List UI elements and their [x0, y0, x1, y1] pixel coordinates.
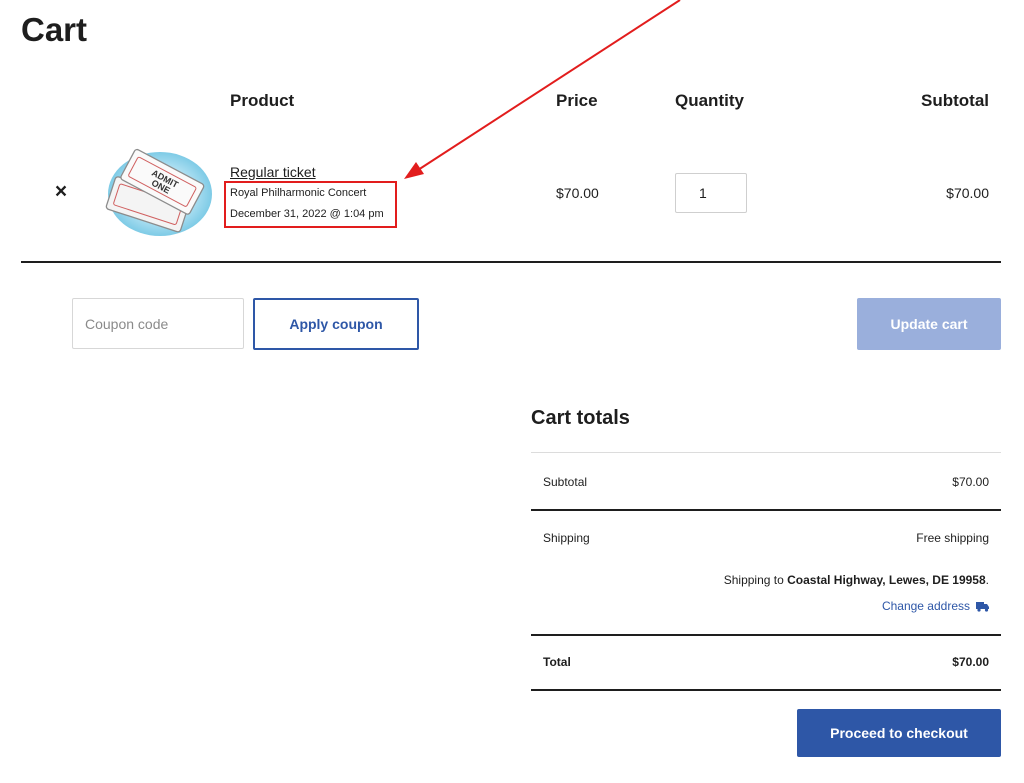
table-divider [21, 261, 1001, 263]
totals-shipping-label: Shipping [543, 531, 590, 545]
truck-icon [976, 601, 989, 612]
proceed-to-checkout-button[interactable]: Proceed to checkout [797, 709, 1001, 757]
column-header-subtotal: Subtotal [921, 91, 989, 110]
page-title: Cart [21, 11, 88, 48]
product-name-link[interactable]: Regular ticket [230, 163, 316, 181]
totals-divider [531, 509, 1001, 511]
shipping-address: Coastal Highway, Lewes, DE 19958 [787, 573, 986, 587]
totals-divider [531, 689, 1001, 691]
apply-coupon-button[interactable]: Apply coupon [253, 298, 419, 350]
column-header-product: Product [230, 91, 295, 110]
shipping-to-suffix: . [985, 573, 989, 587]
cart-totals-title: Cart totals [531, 407, 630, 429]
totals-total-label: Total [543, 655, 571, 669]
annotation-arrow [404, 0, 681, 179]
totals-divider [531, 634, 1001, 636]
column-header-price: Price [556, 91, 598, 110]
shipping-to-prefix: Shipping to [723, 573, 788, 587]
totals-divider [531, 452, 1001, 453]
quantity-input[interactable] [675, 173, 747, 213]
change-address-label: Change address [881, 599, 970, 613]
product-subtotal: $70.00 [946, 185, 989, 201]
totals-shipping-value: Free shipping [916, 531, 989, 545]
totals-total-value: $70.00 [952, 655, 989, 669]
product-event-name: Royal Philharmonic Concert [230, 187, 367, 199]
column-header-quantity: Quantity [675, 91, 744, 110]
close-icon: × [54, 180, 68, 203]
coupon-code-input[interactable] [72, 298, 244, 349]
shipping-destination: Shipping to Coastal Highway, Lewes, DE 1… [724, 572, 989, 588]
product-price: $70.00 [556, 185, 599, 201]
update-cart-button[interactable]: Update cart [857, 298, 1001, 350]
product-thumbnail[interactable]: ADMIT ONE [100, 146, 213, 238]
totals-subtotal-label: Subtotal [543, 475, 588, 489]
totals-subtotal-value: $70.00 [952, 475, 989, 489]
change-address-link[interactable]: Change address [882, 598, 989, 614]
remove-item-button[interactable]: × [52, 181, 70, 203]
product-event-date: December 31, 2022 @ 1:04 pm [230, 208, 384, 220]
